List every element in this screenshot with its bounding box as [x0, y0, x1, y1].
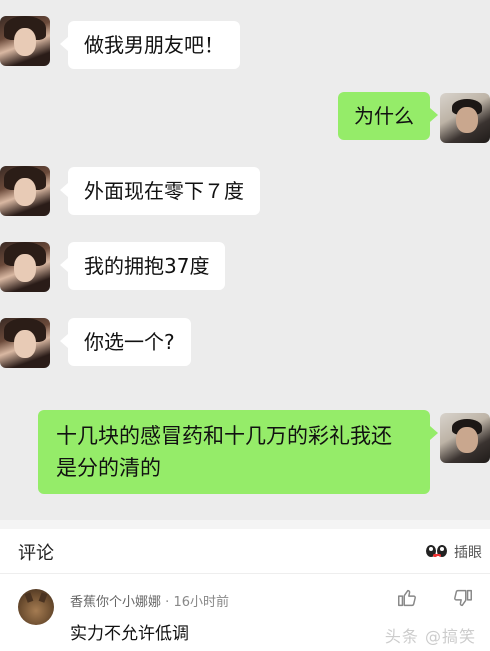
- girl-avatar[interactable]: [0, 16, 50, 66]
- message-bubble: 你选一个?: [60, 318, 191, 366]
- boy-avatar[interactable]: [440, 413, 490, 463]
- boy-avatar[interactable]: [440, 93, 490, 143]
- girl-avatar[interactable]: [0, 318, 50, 368]
- commenter-avatar[interactable]: [18, 589, 54, 625]
- eyes-sticker-icon[interactable]: [426, 545, 448, 560]
- message-bubble: 做我男朋友吧！: [60, 21, 240, 69]
- comment-item: 香蕉你个小娜娜 · 16小时前 实力不允许低调 头条 @搞笑: [0, 581, 490, 651]
- thumbs-up-icon[interactable]: [396, 587, 418, 609]
- message-bubble: 十几块的感冒药和十几万的彩礼我还是分的清的: [38, 410, 438, 494]
- message-bubble: 外面现在零下７度: [60, 167, 260, 215]
- message-bubble: 我的拥抱37度: [59, 242, 226, 290]
- girl-avatar[interactable]: [0, 166, 50, 216]
- comment-meta: 香蕉你个小娜娜 · 16小时前: [70, 591, 229, 610]
- meta-separator: ·: [165, 595, 170, 610]
- comments-section: 评论 插眼 香蕉你个小娜娜 · 16小时前 实力不允许低调 头条 @搞笑: [0, 529, 490, 651]
- message-bubble: 为什么: [338, 92, 438, 140]
- section-divider: [0, 520, 490, 529]
- commenter-name[interactable]: 香蕉你个小娜娜: [70, 595, 161, 610]
- sticker-button[interactable]: 插眼: [454, 542, 482, 562]
- comments-header: 评论 插眼: [0, 529, 490, 574]
- girl-avatar[interactable]: [0, 242, 50, 292]
- comments-title: 评论: [18, 543, 54, 564]
- comment-text: 实力不允许低调: [70, 624, 189, 644]
- comment-time: 16小时前: [173, 595, 229, 610]
- watermark: 头条 @搞笑: [384, 627, 476, 646]
- chat-area: 做我男朋友吧！ 为什么 外面现在零下７度 我的拥抱37度 你选一个? 十几块的感…: [0, 0, 490, 520]
- thumbs-down-icon[interactable]: [452, 587, 474, 609]
